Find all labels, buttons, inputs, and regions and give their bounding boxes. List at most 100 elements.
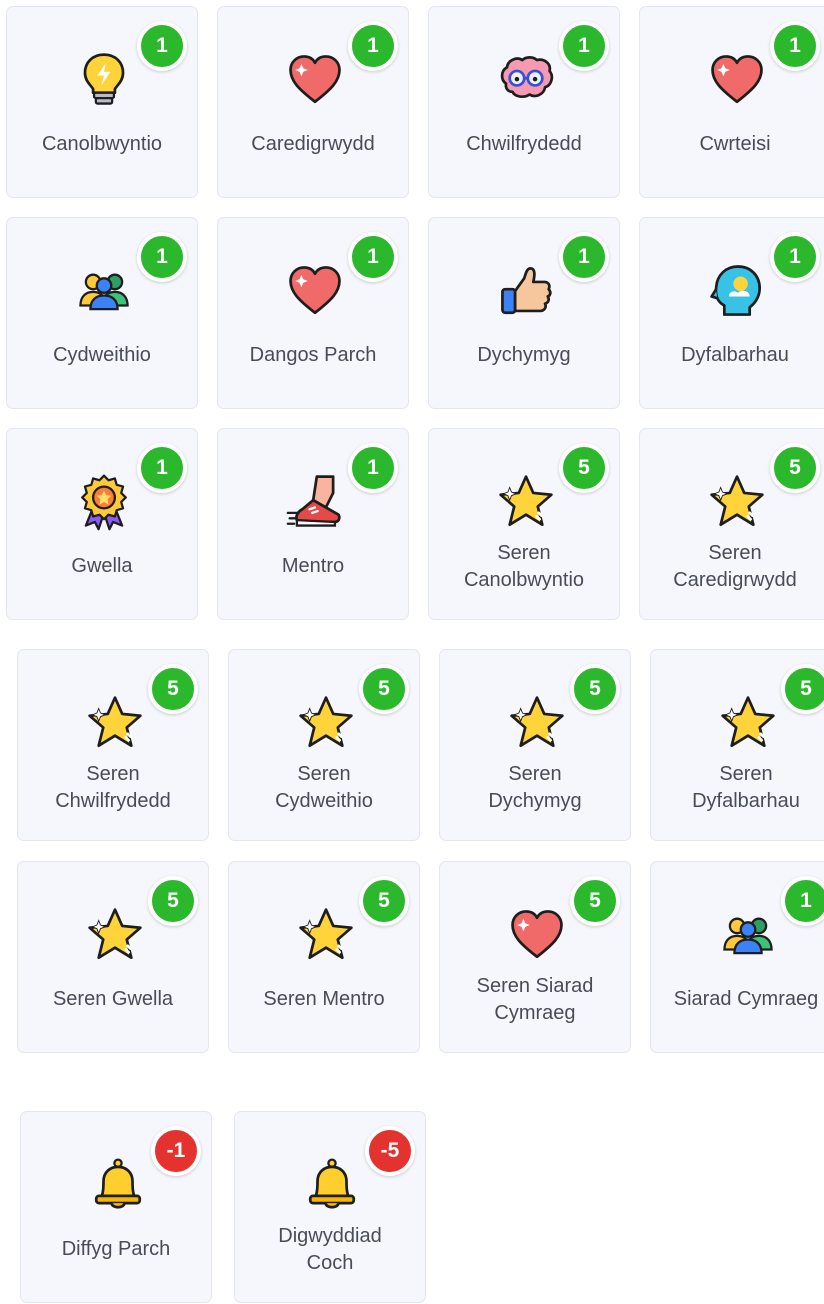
skill-label-line: Chwilfrydedd — [55, 790, 171, 812]
positive-skill-card[interactable]: 5 Seren Canolbwyntio — [428, 428, 620, 620]
skill-label-line: Dyfalbarhau — [692, 790, 800, 812]
positive-skill-card[interactable]: 1 Canolbwyntio — [6, 6, 198, 198]
skill-label-line: Dyfalbarhau — [681, 344, 789, 366]
lightbulb-icon — [75, 51, 133, 109]
positive-skill-card[interactable]: 5 Seren Cydweithio — [228, 649, 420, 841]
points-badge: 1 — [348, 443, 398, 493]
points-badge: 1 — [137, 232, 187, 282]
skill-label: Chwilfrydedd — [429, 131, 619, 158]
skill-label-line: Seren Siarad — [476, 975, 594, 997]
skill-label: Dyfalbarhau — [640, 342, 824, 369]
star-icon — [297, 906, 355, 964]
people-group-icon — [719, 906, 777, 964]
skill-label: Seren Siarad Cymraeg — [440, 973, 630, 1027]
points-badge: 5 — [770, 443, 820, 493]
skill-label-line: Diffyg Parch — [61, 1238, 171, 1260]
positive-skill-card[interactable]: 1 Cydweithio — [6, 217, 198, 409]
heart-icon — [286, 262, 344, 320]
negative-skill-card[interactable]: -5 Digwyddiad Coch — [234, 1111, 426, 1303]
skill-label: Seren Canolbwyntio — [429, 540, 619, 594]
star-icon — [86, 906, 144, 964]
positive-skill-card[interactable]: 1 Gwella — [6, 428, 198, 620]
positive-skill-card[interactable]: 1 Dangos Parch — [217, 217, 409, 409]
skill-label: Diffyg Parch — [21, 1236, 211, 1263]
positive-skill-card[interactable]: 5 Seren Dyfalbarhau — [650, 649, 824, 841]
points-badge: 5 — [148, 876, 198, 926]
skill-label-line: Mentro — [281, 555, 345, 577]
positive-skill-card[interactable]: 1 Chwilfrydedd — [428, 6, 620, 198]
positive-skill-card[interactable]: 5 Seren Gwella — [17, 861, 209, 1053]
positive-skill-card[interactable]: 5 Seren Siarad Cymraeg — [439, 861, 631, 1053]
points-badge: 1 — [348, 21, 398, 71]
skill-label-line: Seren — [497, 542, 551, 564]
positive-skill-card[interactable]: 5 Seren Caredigrwydd — [639, 428, 824, 620]
skill-label-line: Caredigrwydd — [673, 569, 797, 591]
points-badge: 5 — [570, 876, 620, 926]
people-group-icon — [75, 262, 133, 320]
points-badge: 5 — [359, 876, 409, 926]
skill-label: Seren Gwella — [18, 986, 208, 1013]
points-badge: 5 — [148, 664, 198, 714]
head-sunshine-icon — [708, 262, 766, 320]
skill-label-line: Caredigrwydd — [251, 133, 375, 155]
points-badge: 5 — [559, 443, 609, 493]
positive-skill-card[interactable]: 1 Mentro — [217, 428, 409, 620]
positive-skill-card[interactable]: 1 Cwrteisi — [639, 6, 824, 198]
skill-label-line: Siarad Cymraeg — [673, 988, 819, 1010]
skill-label-line: Digwyddiad — [278, 1225, 382, 1247]
star-icon — [719, 694, 777, 752]
skill-label-line: Seren Gwella — [52, 988, 174, 1010]
skill-label: Cwrteisi — [640, 131, 824, 158]
points-badge: 1 — [559, 232, 609, 282]
skill-label-line: Cydweithio — [53, 344, 151, 366]
skill-label-line: Coch — [306, 1252, 354, 1274]
skill-label-line: Dychymyg — [488, 790, 582, 812]
skill-label-line: Seren — [708, 542, 762, 564]
skill-label: Cydweithio — [7, 342, 197, 369]
skill-label-line: Dychymyg — [477, 344, 571, 366]
skill-label-line: Canolbwyntio — [41, 133, 163, 155]
skill-label: Seren Cydweithio — [229, 761, 419, 815]
skill-label: Mentro — [218, 553, 408, 580]
bell-icon — [303, 1156, 361, 1214]
skill-label: Dychymyg — [429, 342, 619, 369]
points-badge: 5 — [781, 664, 824, 714]
positive-skill-card[interactable]: 1 Dychymyg — [428, 217, 620, 409]
points-badge: 1 — [137, 21, 187, 71]
heart-icon — [708, 51, 766, 109]
heart-icon — [286, 51, 344, 109]
points-badge: 5 — [570, 664, 620, 714]
skill-label: Seren Dychymyg — [440, 761, 630, 815]
skill-label: Seren Mentro — [229, 986, 419, 1013]
skill-label-line: Chwilfrydedd — [466, 133, 582, 155]
skill-label: Caredigrwydd — [218, 131, 408, 158]
star-icon — [86, 694, 144, 752]
skill-label-line: Seren — [86, 763, 140, 785]
positive-skill-card[interactable]: 5 Seren Mentro — [228, 861, 420, 1053]
points-badge: -1 — [151, 1126, 201, 1176]
skill-label-line: Canolbwyntio — [463, 569, 585, 591]
bell-icon — [89, 1156, 147, 1214]
skill-label: Seren Caredigrwydd — [640, 540, 824, 594]
skill-label: Digwyddiad Coch — [235, 1223, 425, 1277]
skill-label-line: Seren Mentro — [263, 988, 385, 1010]
skill-label: Seren Chwilfrydedd — [18, 761, 208, 815]
positive-skill-card[interactable]: 5 Seren Chwilfrydedd — [17, 649, 209, 841]
positive-skill-card[interactable]: 1 Dyfalbarhau — [639, 217, 824, 409]
points-badge: 5 — [359, 664, 409, 714]
positive-skill-card[interactable]: 1 Siarad Cymraeg — [650, 861, 824, 1053]
negative-skill-card[interactable]: -1 Diffyg Parch — [20, 1111, 212, 1303]
skill-label-line: Seren — [719, 763, 773, 785]
positive-skill-card[interactable]: 1 Caredigrwydd — [217, 6, 409, 198]
skill-label-line: Cydweithio — [275, 790, 373, 812]
star-icon — [497, 473, 555, 531]
star-icon — [508, 694, 566, 752]
points-badge: 1 — [137, 443, 187, 493]
skill-label: Seren Dyfalbarhau — [651, 761, 824, 815]
positive-skill-card[interactable]: 5 Seren Dychymyg — [439, 649, 631, 841]
skill-label-line: Cwrteisi — [699, 133, 771, 155]
points-badge: 1 — [348, 232, 398, 282]
skill-label-line: Dangos Parch — [249, 344, 377, 366]
points-badge: 1 — [781, 876, 824, 926]
thumbs-up-icon — [497, 262, 555, 320]
